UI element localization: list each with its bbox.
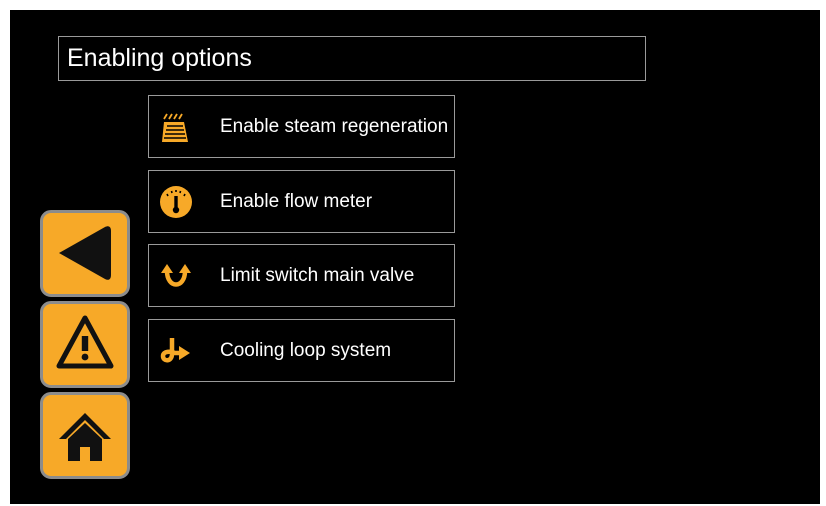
steam-regeneration-icon bbox=[159, 110, 193, 144]
limit-switch-main-valve-button[interactable]: Limit switch main valve bbox=[148, 244, 455, 307]
cooling-loop-pipe-icon bbox=[159, 334, 193, 368]
alarm-button[interactable] bbox=[40, 301, 130, 388]
enable-flow-meter-button[interactable]: Enable flow meter bbox=[148, 170, 455, 233]
enable-steam-regeneration-button[interactable]: Enable steam regeneration bbox=[148, 95, 455, 158]
option-label: Limit switch main valve bbox=[220, 265, 415, 286]
hmi-screen: Enabling options Enable steam regenerati… bbox=[10, 10, 820, 504]
home-button[interactable] bbox=[40, 392, 130, 479]
option-label: Enable steam regeneration bbox=[220, 116, 449, 137]
option-label: Cooling loop system bbox=[220, 340, 392, 361]
cooling-loop-system-button[interactable]: Cooling loop system bbox=[148, 319, 455, 382]
back-button[interactable] bbox=[40, 210, 130, 297]
page-title: Enabling options bbox=[58, 36, 646, 81]
flow-meter-gauge-icon bbox=[159, 185, 193, 219]
option-label: Enable flow meter bbox=[220, 191, 373, 212]
limit-switch-arrows-icon bbox=[159, 259, 193, 293]
